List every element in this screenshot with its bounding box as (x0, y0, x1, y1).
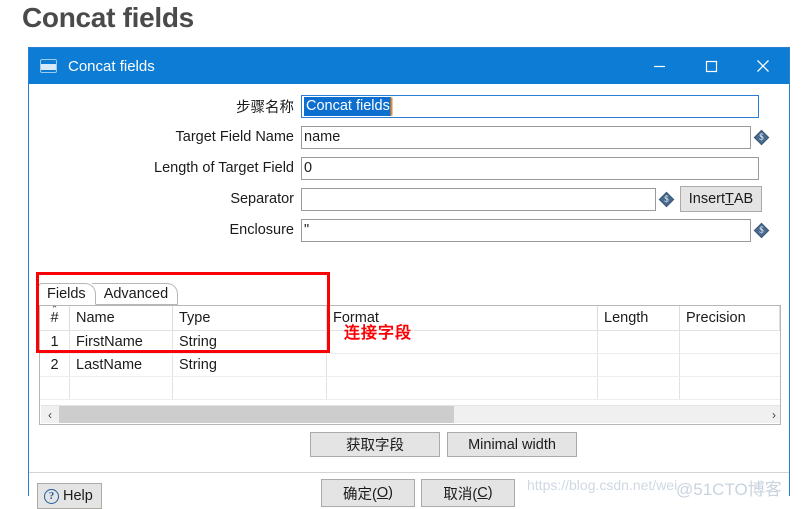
cell-type[interactable] (173, 377, 327, 399)
variable-diamond-icon[interactable]: $ (753, 129, 770, 145)
insert-tab-button[interactable]: Insert T AB (680, 186, 762, 212)
footer-divider (29, 472, 789, 473)
tab-fields[interactable]: Fields (38, 283, 96, 305)
step-name-label: 步骤名称 (236, 99, 294, 116)
cell-precision[interactable] (680, 331, 780, 353)
target-field-name-input[interactable]: name (301, 125, 751, 149)
page-title: Concat fields (22, 2, 194, 33)
separator-label: Separator (230, 191, 294, 207)
form-row-enclosure: Enclosure " $ (29, 218, 789, 242)
maximize-icon[interactable] (685, 48, 737, 84)
step-name-value: Concat fields (304, 96, 391, 116)
text-caret (390, 97, 392, 115)
cell-type[interactable]: String (173, 354, 327, 376)
scroll-left-icon[interactable]: ‹ (41, 406, 59, 423)
dialog-title: Concat fields (68, 57, 155, 75)
help-button[interactable]: ? Help (37, 483, 102, 509)
form-row-step-name: 步骤名称 Concat fields (29, 94, 789, 118)
table-horizontal-scrollbar[interactable]: ‹ › (41, 405, 780, 423)
cell-precision[interactable] (680, 354, 780, 376)
variable-diamond-icon[interactable]: $ (658, 191, 675, 207)
column-header-name[interactable]: Name (70, 306, 173, 330)
enclosure-label: Enclosure (229, 222, 294, 238)
cell-length[interactable] (598, 377, 680, 399)
cell-name[interactable]: LastName (70, 354, 173, 376)
dialog-titlebar: Concat fields (29, 48, 789, 84)
cell-name[interactable]: FirstName (70, 331, 173, 353)
minimal-width-button[interactable]: Minimal width (447, 432, 577, 457)
close-icon[interactable] (737, 48, 789, 84)
window-icon (40, 59, 57, 73)
get-fields-button[interactable]: 获取字段 (310, 432, 440, 457)
cell-length[interactable] (598, 331, 680, 353)
column-header-type[interactable]: Type (173, 306, 327, 330)
cell-name[interactable] (70, 377, 173, 399)
annotation-note: 连接字段 (344, 325, 413, 342)
help-button-label: Help (63, 488, 93, 504)
question-circle-icon: ? (44, 488, 59, 504)
cell-number: 2 (40, 354, 70, 376)
minimize-icon[interactable] (633, 48, 685, 84)
length-of-target-field-input[interactable]: 0 (301, 156, 759, 180)
concat-fields-dialog: Concat fields 步骤名称 Concat fields Target … (28, 47, 790, 509)
table-row[interactable] (40, 377, 780, 400)
column-header-length[interactable]: Length (598, 306, 680, 330)
table-row[interactable]: 2 LastName String (40, 354, 780, 377)
cell-number: 1 (40, 331, 70, 353)
tab-strip: Fields Advanced (38, 283, 179, 305)
cell-precision[interactable] (680, 377, 780, 399)
separator-input[interactable] (301, 187, 656, 211)
scroll-right-icon[interactable]: › (765, 406, 780, 423)
form-row-separator: Separator $ Insert T AB (29, 186, 789, 212)
enclosure-input[interactable]: " (301, 218, 751, 242)
tab-folder: Fields Advanced ⌃ # Name Type Format Len… (38, 283, 782, 426)
cell-number (40, 377, 70, 399)
window-controls (633, 48, 789, 84)
target-field-name-label: Target Field Name (175, 129, 294, 145)
form-row-length-of-target-field: Length of Target Field 0 (29, 156, 789, 180)
length-of-target-field-label: Length of Target Field (154, 160, 294, 176)
length-of-target-field-value: 0 (304, 160, 313, 176)
cell-format[interactable] (327, 377, 598, 399)
column-header-number[interactable]: ⌃ # (40, 306, 70, 330)
step-name-input[interactable]: Concat fields (301, 94, 759, 118)
scrollbar-track[interactable] (59, 406, 765, 423)
sort-chevron-icon: ⌃ (50, 306, 59, 314)
cell-length[interactable] (598, 354, 680, 376)
scrollbar-thumb[interactable] (59, 406, 455, 423)
cell-type[interactable]: String (173, 331, 327, 353)
target-field-name-value: name (304, 129, 341, 145)
dialog-body: 步骤名称 Concat fields Target Field Name nam… (29, 84, 789, 509)
cell-format[interactable] (327, 354, 598, 376)
tab-advanced[interactable]: Advanced (91, 283, 179, 305)
variable-diamond-icon[interactable]: $ (753, 222, 770, 238)
column-header-precision[interactable]: Precision (680, 306, 780, 330)
enclosure-value: " (304, 222, 310, 238)
form-row-target-field-name: Target Field Name name $ (29, 125, 789, 149)
